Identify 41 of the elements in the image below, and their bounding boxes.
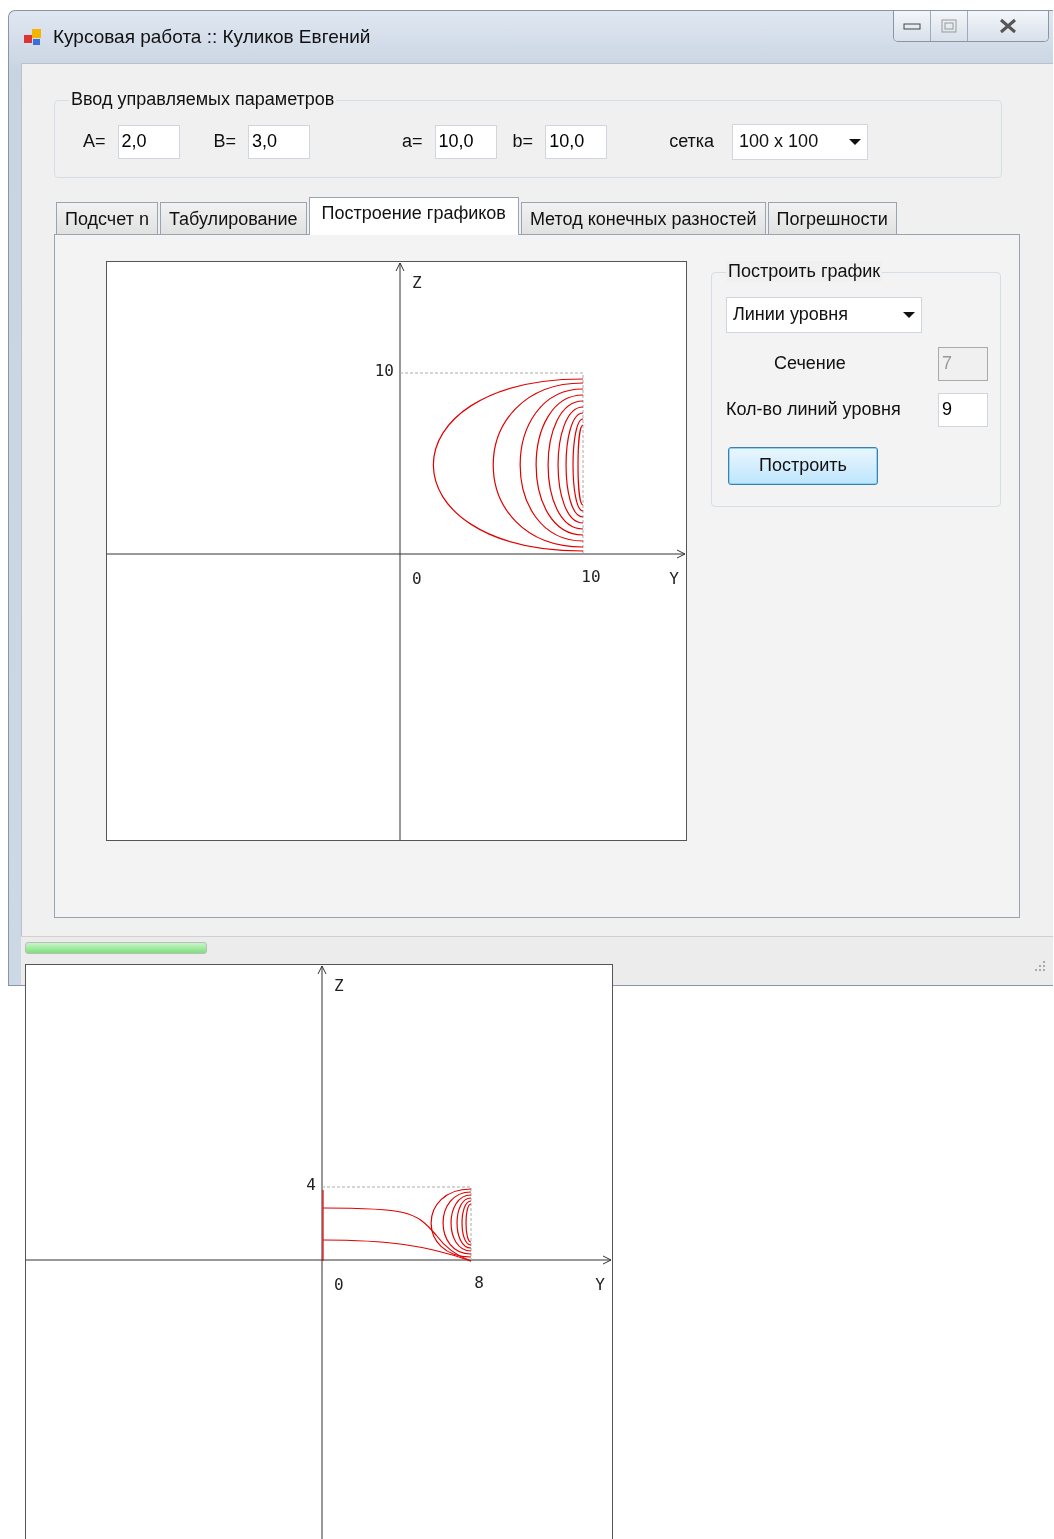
tab[interactable]: Подсчет n <box>56 201 158 234</box>
minimize-button[interactable] <box>894 11 931 41</box>
field-label: B= <box>213 131 237 153</box>
axis-label: Y <box>595 1275 605 1294</box>
axis-label: 4 <box>306 1175 316 1194</box>
tab[interactable]: Построение графиков <box>308 196 519 235</box>
app-icon <box>23 26 43 47</box>
window-title: Курсовая работа :: Куликов Евгений <box>53 25 371 48</box>
input-field[interactable]: 9 <box>938 392 988 427</box>
build-button[interactable]: Построить <box>728 446 878 485</box>
axis-label: 0 <box>334 1275 344 1294</box>
field-label: Кол-во линий уровня <box>726 399 901 421</box>
grid-size-dropdown[interactable]: 100 x 100 <box>732 123 869 160</box>
tab[interactable]: Погрешности <box>767 201 897 234</box>
plot-type-dropdown[interactable]: Линии уровня <box>726 296 922 333</box>
axis-label: 10 <box>374 360 394 380</box>
field-label: b= <box>512 131 534 153</box>
tab[interactable]: Метод конечных разностей <box>520 201 766 234</box>
field-label: сетка <box>669 131 715 153</box>
axis-label: Z <box>334 976 344 995</box>
axis-label: 10 <box>581 566 601 586</box>
input-field[interactable]: 10,0 <box>434 124 497 159</box>
group-title: Построить график <box>726 260 883 282</box>
input-field[interactable]: 3,0 <box>248 124 311 159</box>
minimize-icon <box>902 21 922 31</box>
field-label: a= <box>402 131 423 153</box>
field-label: A= <box>83 131 106 153</box>
axis-label: Y <box>669 568 679 588</box>
dropdown-arrow-icon <box>849 137 862 146</box>
tab[interactable]: Табулирование <box>159 201 307 234</box>
close-icon <box>998 18 1018 34</box>
axis-label: 0 <box>412 568 422 588</box>
field-label: Сечение <box>774 353 846 375</box>
maximize-icon <box>940 19 958 33</box>
axis-label: Z <box>412 272 422 292</box>
axis-label: 8 <box>474 1273 484 1292</box>
input-field[interactable]: 10,0 <box>545 124 608 159</box>
close-button[interactable] <box>968 11 1048 41</box>
dropdown-arrow-icon <box>903 310 915 319</box>
input-field[interactable]: 2,0 <box>117 124 180 159</box>
maximize-button[interactable] <box>931 11 968 41</box>
